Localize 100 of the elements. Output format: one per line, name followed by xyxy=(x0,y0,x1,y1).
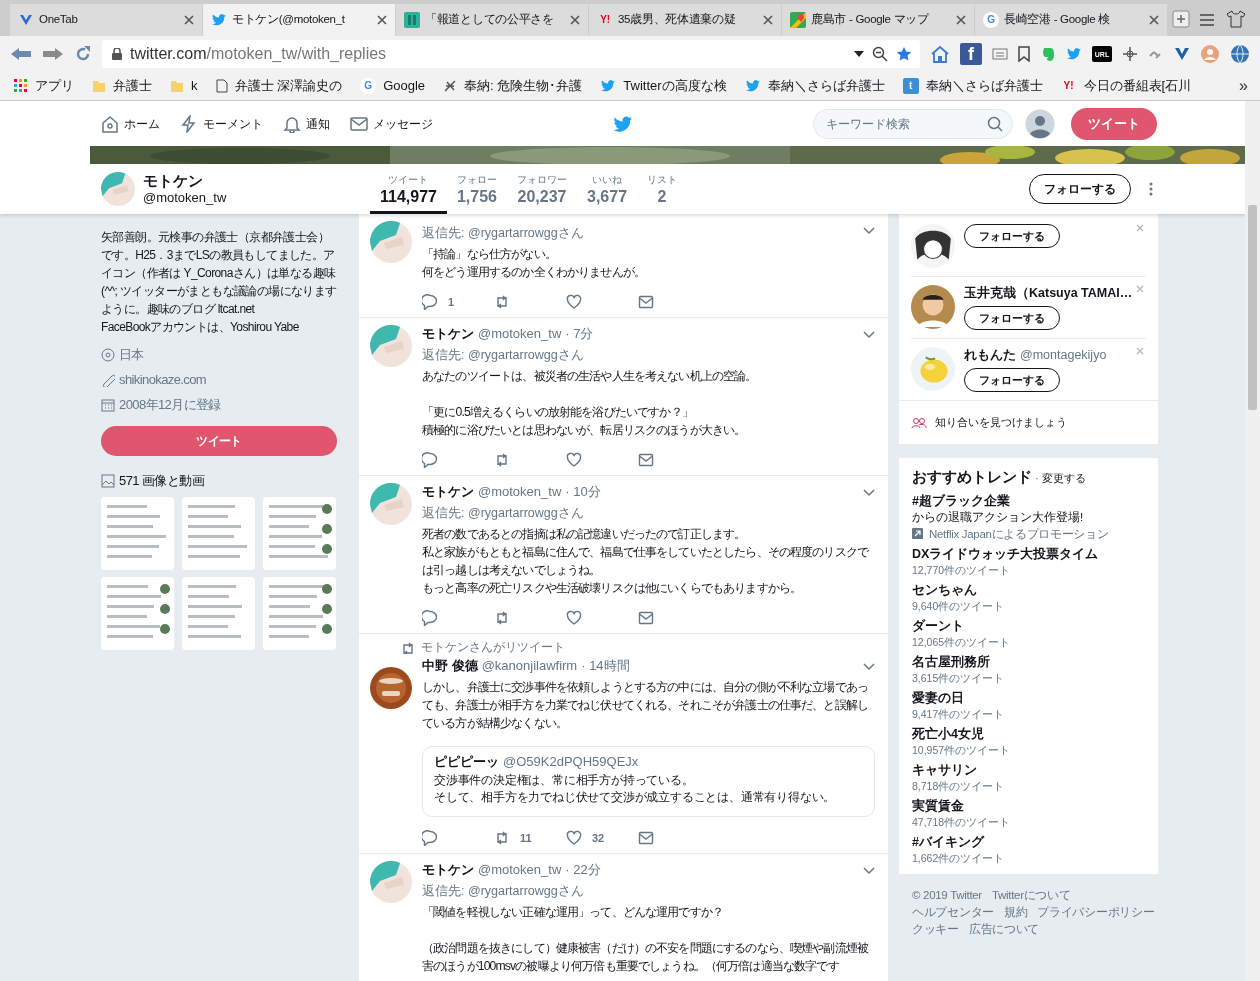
media-link[interactable]: 571 画像と動画 xyxy=(119,472,204,490)
nav-link[interactable]: モーメント xyxy=(180,114,263,133)
trend-link[interactable]: 実質賃金 xyxy=(912,797,1145,814)
tweet-text: 「閾値を軽視しない正確な運用」って、どんな運用ですか？ （政治問題を抜きにして）健康被害（だけ）の不安を問題にするのなら、喫煙や副流煙被害のほうが100msvの被曝より何万倍も重要でしょうね。（何万倍は適当な数字です xyxy=(422,904,870,976)
reply-to-line: 返信先: @rygartarrowgg さん xyxy=(422,883,584,901)
website-link[interactable]: shikinokaze.com xyxy=(119,371,207,389)
bookmark-item[interactable]: G Google xyxy=(360,76,426,96)
tweet-count: 47,718件のツイート xyxy=(912,814,1012,830)
bookmark-item[interactable]: t 奉納＼さらば弁護士 xyxy=(902,76,1043,96)
author-name[interactable]: モトケン xyxy=(422,483,474,501)
bookmark-item[interactable]: 弁護士 深澤諭史の xyxy=(215,76,343,96)
address-field[interactable]: twitter.com/motoken_tw/with_replies xyxy=(102,40,920,68)
author-handle[interactable]: @motoken_tw xyxy=(478,325,562,343)
stat-tab[interactable]: フォロワー 20,237 xyxy=(507,164,577,214)
tweet-time[interactable]: · 7分 xyxy=(565,325,594,343)
change-link[interactable]: 変更する xyxy=(1041,470,1086,487)
bookmark-item[interactable]: Twitterの高度な検 xyxy=(600,76,727,96)
nav-link[interactable]: 通知 xyxy=(283,114,330,133)
tweet-count: 1,662件のツイート xyxy=(912,850,1006,866)
tweet-button[interactable]: ツイート xyxy=(101,426,337,456)
tweet-text: 「持論」なら仕方がない。 何をどう運用するのか全くわかりませんが。 xyxy=(422,246,646,281)
tweet-text: あなたのツイートは、被災者の生活や人生を考えない机上の空論。 「更に0.5増えるくらいの放射能を浴びたいですか？」 積極的に浴びたいとは思わないが、転居リスクのほうが大きい。 xyxy=(422,368,758,439)
author-name[interactable]: 中野 俊德 xyxy=(422,657,478,676)
google-icon: G xyxy=(360,78,377,94)
author-handle[interactable]: @motoken_tw xyxy=(478,861,562,880)
trend-link[interactable]: キャサリン xyxy=(912,761,1145,778)
tweet-count: 9,417件のツイート xyxy=(912,706,1006,722)
nav-link[interactable]: ホーム xyxy=(101,114,160,133)
footer-link[interactable]: クッキー xyxy=(912,921,959,937)
tweet-time[interactable]: · 10分 xyxy=(565,483,601,501)
browser-tab[interactable]: 「報道としての公平さを xyxy=(396,4,588,36)
browser-tab[interactable]: G 長崎空港 - Google 検 xyxy=(975,4,1167,36)
trend-description: からの退職アクション大作登場! xyxy=(912,509,1085,525)
quoted-tweet[interactable]: ピピピーッ @O59K2dPQH59QEJx 交渉事件の決定権は、常に相手方が持っている。 そして、相手方を力でねじ伏せて交渉が成立することは、通常有り得ない。 xyxy=(422,746,875,818)
more-bookmarks-button[interactable]: » xyxy=(1239,74,1248,98)
bookmark-item[interactable]: Y! 今日の番組表[石川 xyxy=(1060,76,1192,96)
bookmark-item[interactable]: 奉納＼さらば弁護士 xyxy=(744,76,885,96)
author-handle: @O59K2dPQH59QEJx xyxy=(503,753,639,772)
browser-tab[interactable]: 鹿島市 - Google マップ xyxy=(782,4,974,36)
follow-button[interactable]: フォローする xyxy=(1029,174,1131,204)
mention-link[interactable]: @rygartarrowgg xyxy=(467,348,558,362)
tweet-button[interactable]: ツイート xyxy=(1071,107,1157,140)
trend-link[interactable]: 死亡小4女児 xyxy=(912,725,1145,742)
user-name[interactable]: 玉井克哉（Katsuya TAMAI… xyxy=(964,285,1133,302)
tweet-count: 10,957件のツイート xyxy=(912,742,1012,758)
mention-link[interactable]: @rygartarrowgg xyxy=(467,884,558,899)
find-friends-link[interactable]: 知り合いを見つけましょう xyxy=(935,414,1067,431)
footer-link[interactable]: 広告について xyxy=(968,921,1039,937)
yahoo-icon: Y! xyxy=(597,12,613,28)
trend-link[interactable]: 愛妻の日 xyxy=(912,689,1145,706)
address-text: twitter.com/motoken_tw/with_replies xyxy=(130,44,388,64)
bookmark-item[interactable]: アプリ xyxy=(14,76,74,96)
trend-link[interactable]: DXライドウォッチ大投票タイム xyxy=(912,545,1145,562)
stat-tab[interactable]: いいね 3,677 xyxy=(577,164,638,214)
separator-dot: · xyxy=(1035,471,1039,486)
nav-link[interactable]: メッセージ xyxy=(350,114,433,133)
yahoo-icon: Y! xyxy=(1060,78,1077,94)
reply-to-line: 返信先: @rygartarrowgg さん xyxy=(422,225,584,242)
mention-link[interactable]: @rygartarrowgg xyxy=(467,226,558,240)
footer-link[interactable]: プライバシーポリシー xyxy=(1037,904,1155,920)
trend-link[interactable]: 名古屋刑務所 xyxy=(912,653,1145,670)
user-handle[interactable]: @montagekijyo xyxy=(1020,347,1107,364)
tweet-time[interactable]: · 22分 xyxy=(565,861,601,880)
follow-button[interactable]: フォローする xyxy=(964,306,1060,330)
trend-link[interactable]: #超ブラック企業 xyxy=(912,492,1145,509)
follow-button[interactable]: フォローする xyxy=(964,368,1060,392)
user-name[interactable]: れもんた xyxy=(964,347,1016,364)
trends-title: おすすめトレンド xyxy=(912,467,1032,487)
footer-link[interactable]: ヘルプセンター xyxy=(912,904,994,920)
follow-button[interactable]: フォローする xyxy=(964,224,1060,248)
facebook-icon[interactable]: f xyxy=(960,43,982,65)
browser-tab[interactable]: Y! 35歳男、死体遺棄の疑 xyxy=(589,4,781,36)
action-count: 11 xyxy=(520,831,532,846)
quoted-text: 交渉事件の決定権は、常に相手方が持っている。 そして、相手方を力でねじ伏せて交渉が成立することは、通常有り得ない。 xyxy=(434,772,837,807)
search-field[interactable]: キーワード検索 xyxy=(813,108,1013,139)
tweet-text: しかし、弁護士に交渉事件を依頼しようとする方の中には、自分の側が不利な立場であっても、弁護士が相手方を力業でねじ伏せてくれる、それこそが弁護士の仕事だ、と誤解している方が結構少なくない。 xyxy=(422,679,869,733)
bookmark-item[interactable]: 奉納: 危険生物･弁護 xyxy=(443,76,583,96)
trend-link[interactable]: センちゃん xyxy=(912,581,1145,598)
tweet-time[interactable]: · 14時間 xyxy=(581,657,630,676)
profile-bio: 矢部善朗。元検事の弁護士（京都弁護士会）です。H25．3までLSの教員もしてました。アイコン（作者は Y_Coronaさん）は単なる趣味(^^; ツイッターがまともな議論の場になりますように。趣味のブログ ltcat.net FaceBookアカウントは、Yoshirou Yabe xyxy=(101,229,337,336)
author-name[interactable]: モトケン xyxy=(422,325,474,343)
browser-tab[interactable]: モトケン(@motoken_t xyxy=(203,4,395,36)
trend-link[interactable]: ダーント xyxy=(912,617,1145,634)
author-handle[interactable]: @motoken_tw xyxy=(478,483,562,501)
footer-link[interactable]: Twitterについて xyxy=(991,887,1071,903)
blog-link[interactable]: ltcat.net xyxy=(217,302,255,316)
joined-date: 2008年12月に登録 xyxy=(119,396,221,414)
footer-link[interactable]: © 2019 Twitter xyxy=(912,887,982,903)
bookmark-item[interactable]: 弁護士 xyxy=(92,76,152,96)
author-name[interactable]: モトケン xyxy=(422,861,474,880)
mention-link[interactable]: @rygartarrowgg xyxy=(467,506,558,520)
author-handle[interactable]: @kanonjilawfirm xyxy=(481,657,578,676)
stat-tab[interactable]: フォロー 1,756 xyxy=(446,164,507,214)
profile-name: モトケン xyxy=(143,172,204,189)
stat-tab[interactable]: リスト 2 xyxy=(637,164,688,214)
browser-tab[interactable]: OneTab xyxy=(10,4,202,36)
profile-handle[interactable]: @motoken_tw xyxy=(143,189,227,206)
footer-link[interactable]: 規約 xyxy=(1003,904,1028,920)
trend-link[interactable]: #バイキング xyxy=(912,833,1145,850)
bookmark-item[interactable]: k xyxy=(170,76,198,96)
